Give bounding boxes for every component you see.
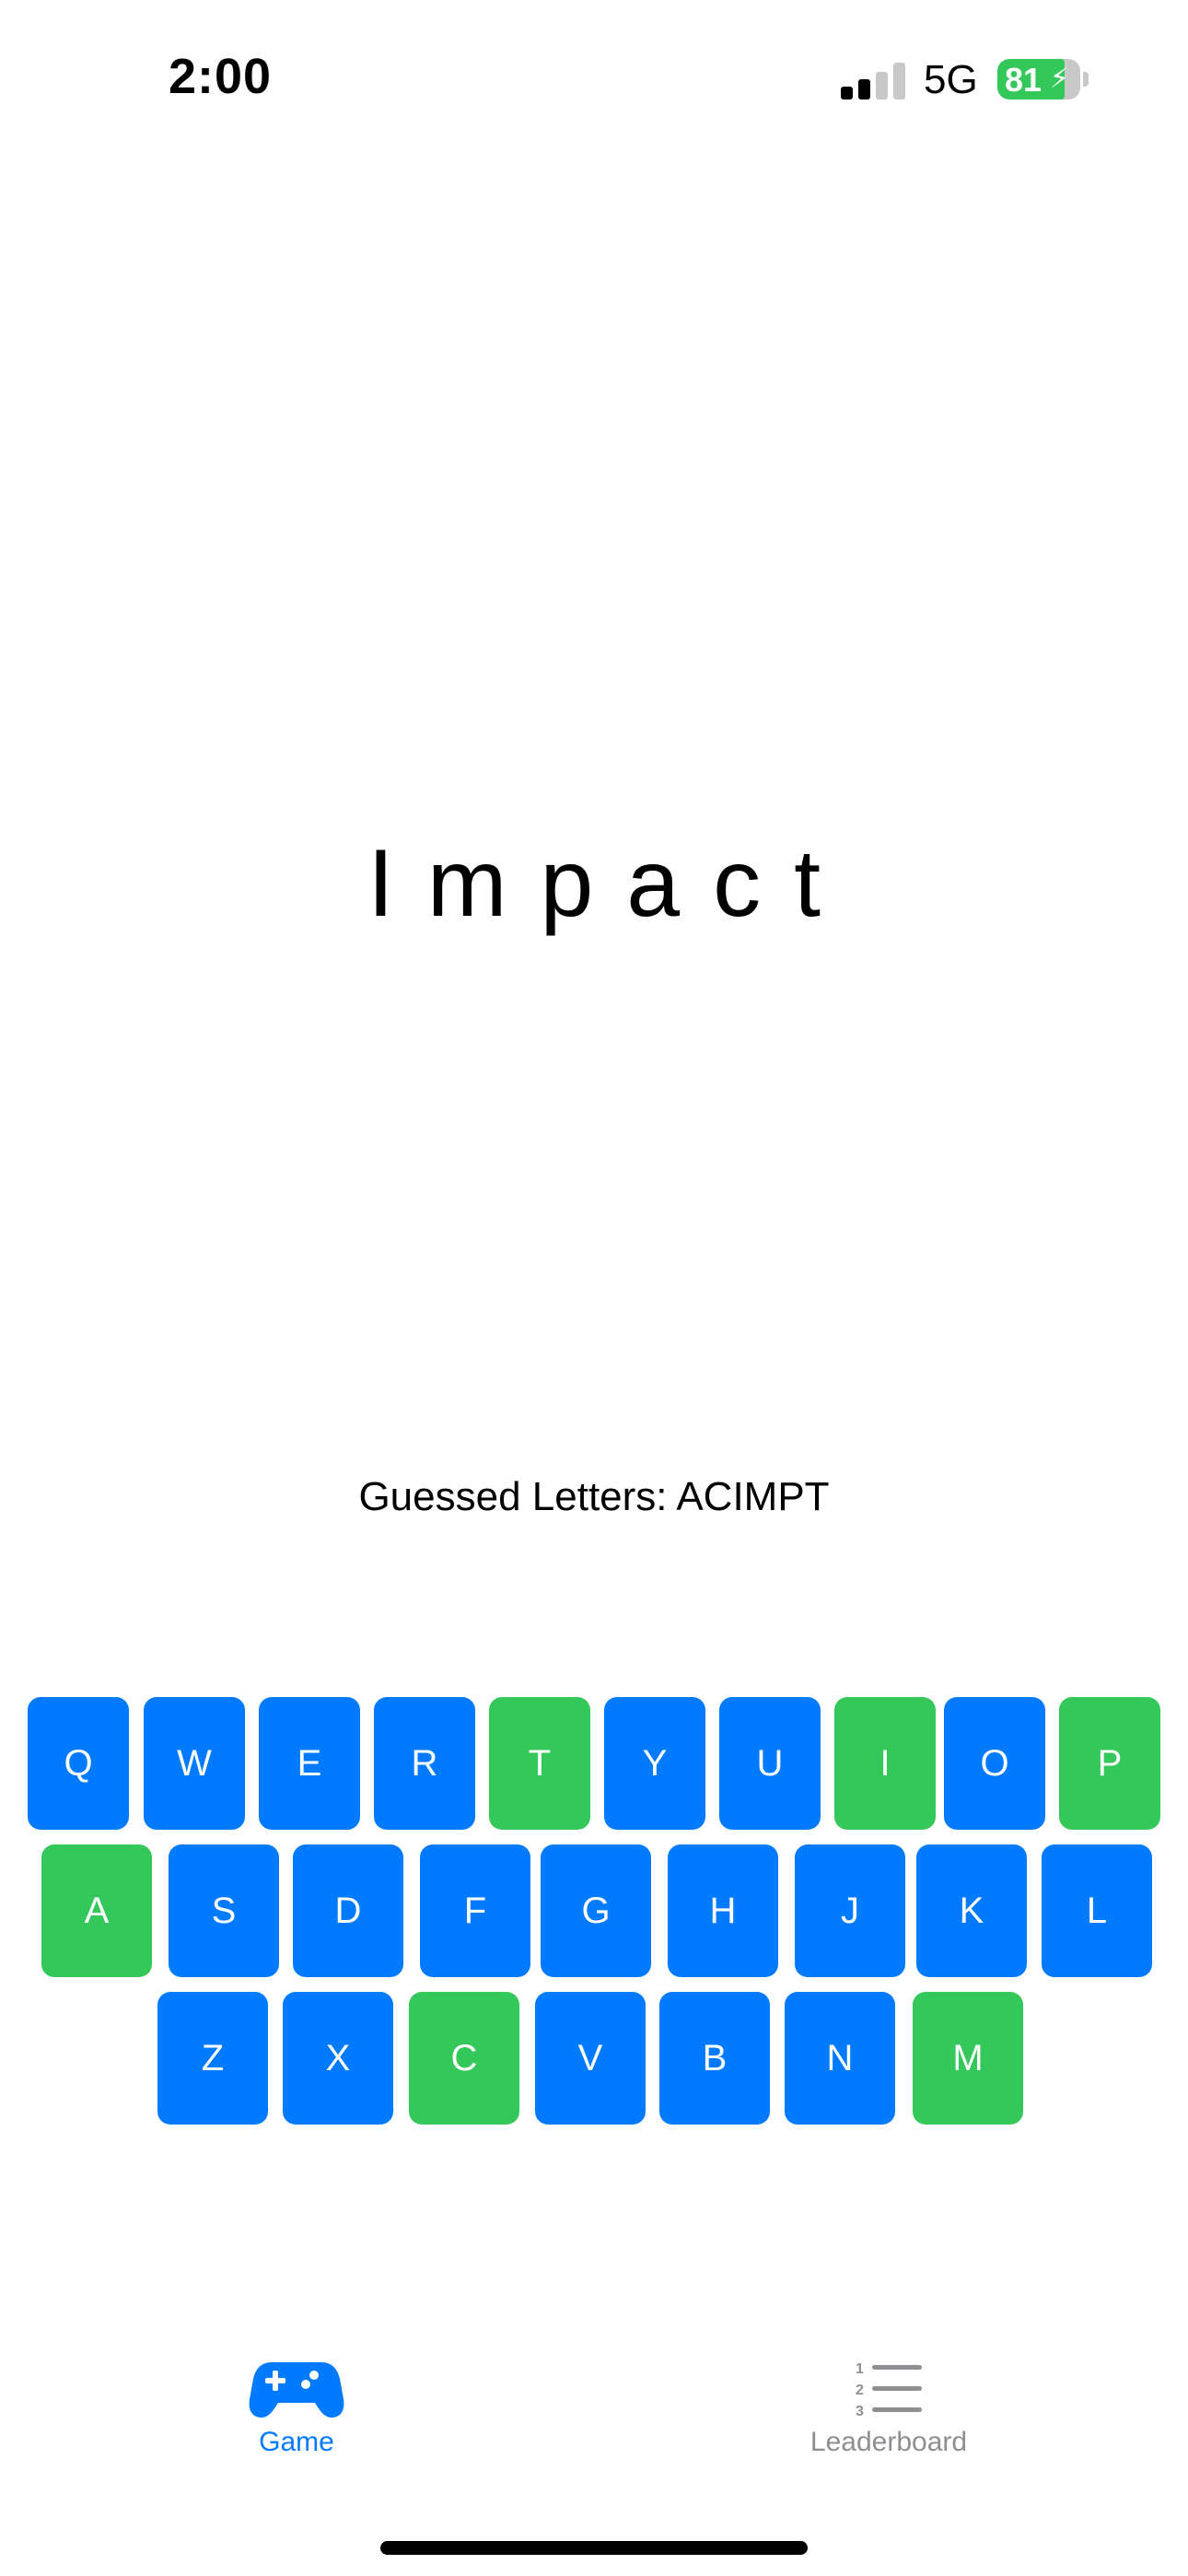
key-c[interactable]: C — [409, 1992, 519, 2125]
key-t[interactable]: T — [489, 1697, 590, 1830]
key-k[interactable]: K — [916, 1844, 1027, 1977]
key-d[interactable]: D — [293, 1844, 403, 1977]
key-m[interactable]: M — [913, 1992, 1023, 2125]
status-time: 2:00 — [169, 49, 273, 104]
guessed-letters-label: Guessed Letters: ACIMPT — [358, 1474, 830, 1519]
key-w[interactable]: W — [144, 1697, 245, 1830]
key-j[interactable]: J — [795, 1844, 905, 1977]
tab-game-label: Game — [259, 2427, 334, 2457]
key-o[interactable]: O — [944, 1697, 1045, 1830]
key-p[interactable]: P — [1059, 1697, 1160, 1830]
svg-text:3: 3 — [856, 2404, 864, 2419]
key-r[interactable]: R — [374, 1697, 475, 1830]
key-x[interactable]: X — [283, 1992, 393, 2125]
key-e[interactable]: E — [259, 1697, 360, 1830]
key-y[interactable]: Y — [604, 1697, 705, 1830]
tab-game[interactable]: Game — [230, 2359, 363, 2458]
key-i[interactable]: I — [834, 1697, 936, 1830]
key-u[interactable]: U — [719, 1697, 821, 1830]
tab-leaderboard[interactable]: 1 2 3 Leaderboard — [792, 2359, 985, 2458]
status-bar: 2:00 5G 81 ⚡︎ — [0, 0, 1188, 157]
key-a[interactable]: A — [41, 1844, 152, 1977]
numbered-list-icon: 1 2 3 — [856, 2361, 922, 2419]
svg-text:2: 2 — [856, 2383, 864, 2398]
key-g[interactable]: G — [541, 1844, 651, 1977]
key-b[interactable]: B — [659, 1992, 770, 2125]
battery-cap — [1083, 72, 1089, 87]
network-type: 5G — [924, 57, 978, 102]
gamecontroller-icon — [249, 2362, 344, 2418]
key-n[interactable]: N — [785, 1992, 895, 2125]
tab-leaderboard-label: Leaderboard — [809, 2427, 968, 2457]
revealed-word: Impact — [367, 830, 855, 937]
cellular-signal-icon — [841, 63, 905, 100]
battery-icon: 81 ⚡︎ — [997, 59, 1080, 100]
key-h[interactable]: H — [668, 1844, 778, 1977]
home-indicator — [380, 2541, 808, 2555]
key-s[interactable]: S — [169, 1844, 279, 1977]
battery-percentage: 81 — [1005, 61, 1042, 99]
key-f[interactable]: F — [420, 1844, 530, 1977]
key-q[interactable]: Q — [28, 1697, 129, 1830]
key-v[interactable]: V — [535, 1992, 646, 2125]
svg-text:1: 1 — [856, 2361, 864, 2377]
charging-bolt-icon: ⚡︎ — [1049, 64, 1069, 94]
key-l[interactable]: L — [1042, 1844, 1152, 1977]
key-z[interactable]: Z — [157, 1992, 268, 2125]
